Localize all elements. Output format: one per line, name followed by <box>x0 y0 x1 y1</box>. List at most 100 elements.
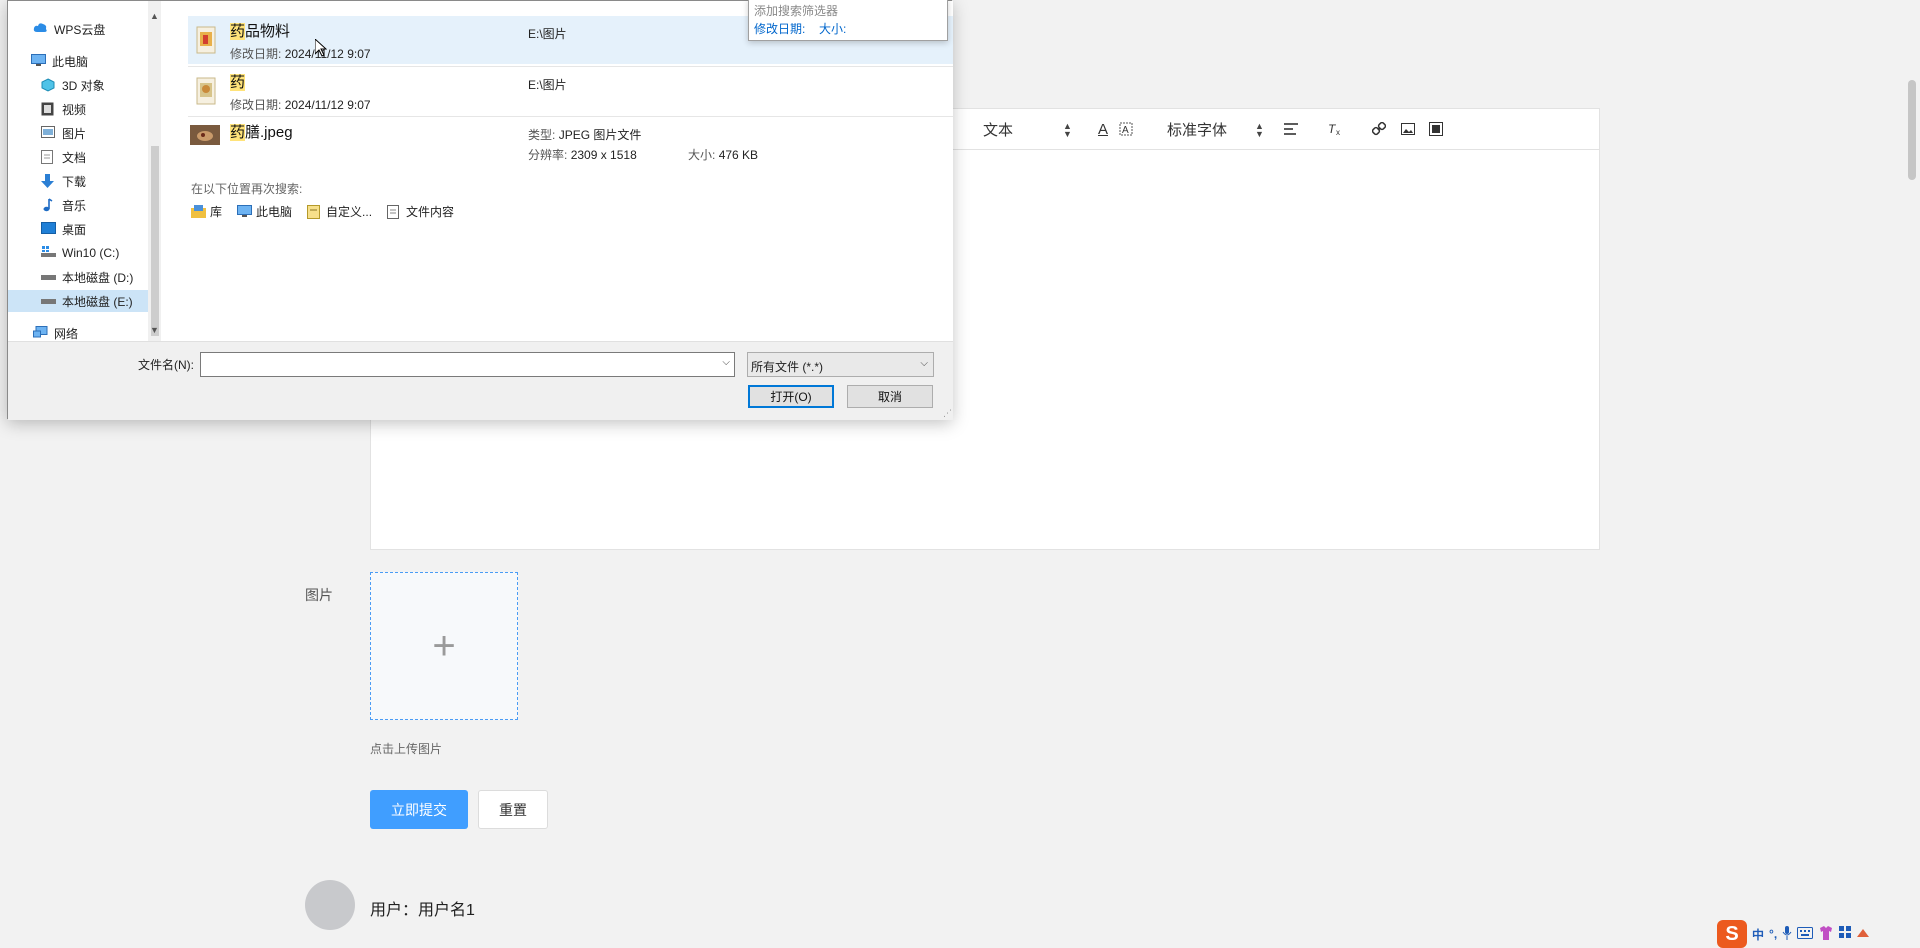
search-again-links: 库 此电脑 自定义... 文件内容 <box>191 203 454 220</box>
file-open-dialog: WPS云盘 此电脑 3D 对象 视频 图片 文档 下载 音乐 桌面 Win10 … <box>7 0 953 420</box>
avatar <box>305 880 355 930</box>
navigation-pane: WPS云盘 此电脑 3D 对象 视频 图片 文档 下载 音乐 桌面 Win10 … <box>8 1 161 341</box>
page-scrollbar[interactable] <box>1908 80 1916 180</box>
document-icon <box>41 150 56 164</box>
result-size: 大小: 476 KB <box>688 148 759 162</box>
search-results: 药品物料 修改日期: 2024/11/12 9:07 E:\图片 药 修改日期:… <box>163 1 953 341</box>
computer-icon <box>31 54 46 68</box>
cloud-icon <box>33 22 48 36</box>
image-file-icon <box>194 77 218 105</box>
result-type: 类型: JPEG 图片文件 <box>528 128 642 142</box>
computer-icon <box>237 205 253 218</box>
library-icon <box>191 205 206 218</box>
nav-item-label: 本地磁盘 (D:) <box>62 270 134 285</box>
custom-folder-icon <box>307 205 322 219</box>
mouse-cursor-icon <box>315 39 327 57</box>
drive-icon <box>41 270 56 284</box>
font-color-icon[interactable]: A <box>1094 120 1112 138</box>
user-name: 用户：用户名1 <box>370 902 475 919</box>
image-field-label: 图片 <box>305 587 333 603</box>
search-again-title: 在以下位置再次搜索: <box>191 182 303 196</box>
nav-scroll-thumb[interactable] <box>151 146 159 336</box>
toolbox-icon[interactable] <box>1839 926 1852 942</box>
filter-size[interactable]: 大小: <box>819 20 846 37</box>
font-family-label: 标准字体 <box>1167 122 1228 139</box>
nav-item-label: 网络 <box>54 326 79 341</box>
nav-item-label: WPS云盘 <box>54 22 106 37</box>
filter-modified-date[interactable]: 修改日期: <box>754 20 805 37</box>
resize-grip-icon[interactable]: ⋰ <box>943 408 952 419</box>
text-style-label: 文本 <box>983 122 1014 139</box>
chevron-down-icon[interactable]: ⌵ <box>722 357 730 368</box>
filter-popup-title: 添加搜索筛选器 <box>754 4 839 18</box>
align-left-icon[interactable] <box>1282 120 1300 138</box>
filename-input[interactable]: ⌵ <box>200 352 735 377</box>
dialog-footer: 文件名(N): ⌵ 所有文件 (*.*) ⌵ 打开(O) 取消 ⋰ <box>8 341 953 420</box>
image-upload-box[interactable]: + <box>370 572 518 720</box>
nav-item-label: Win10 (C:) <box>62 246 120 260</box>
nav-item-label: 桌面 <box>62 222 87 237</box>
search-again-library[interactable]: 库 <box>191 203 222 220</box>
nav-item-label: 图片 <box>62 126 87 141</box>
submit-button[interactable]: 立即提交 <box>370 790 468 829</box>
select-arrows-icon: ▲ ▼ <box>1255 120 1264 139</box>
nav-item-label: 音乐 <box>62 198 87 213</box>
result-item[interactable]: 药 修改日期: 2024/11/12 9:07 E:\图片 <box>188 67 953 115</box>
image-file-icon <box>194 26 218 54</box>
svg-text:A: A <box>1122 125 1129 136</box>
system-tray: S 中 °, <box>1717 920 1920 948</box>
select-arrows-icon: ▲ ▼ <box>1063 120 1072 139</box>
filetype-select[interactable]: 所有文件 (*.*) ⌵ <box>747 352 934 377</box>
result-path: E:\图片 <box>528 27 567 41</box>
nav-item-label: 文档 <box>62 150 87 165</box>
search-again-custom[interactable]: 自定义... <box>307 203 372 220</box>
result-modified: 修改日期: 2024/11/12 9:07 <box>230 98 371 112</box>
punctuation-icon[interactable]: °, <box>1769 927 1777 941</box>
result-name: 药品物料 <box>230 23 291 40</box>
desktop-icon <box>41 222 56 236</box>
cancel-button[interactable]: 取消 <box>847 385 933 408</box>
ime-mode[interactable]: 中 <box>1752 926 1764 943</box>
video-icon[interactable] <box>1427 120 1445 138</box>
open-button[interactable]: 打开(O) <box>748 385 834 408</box>
link-icon[interactable] <box>1370 120 1388 138</box>
nav-item-label: 3D 对象 <box>62 78 105 93</box>
upload-hint: 点击上传图片 <box>370 742 443 756</box>
network-icon <box>33 326 48 340</box>
result-path: E:\图片 <box>528 78 567 92</box>
filetype-value: 所有文件 (*.*) <box>751 360 824 374</box>
reset-button[interactable]: 重置 <box>478 790 548 829</box>
chevron-down-icon: ⌵ <box>920 358 928 369</box>
clear-format-icon[interactable]: Tx <box>1326 120 1344 138</box>
scroll-down-icon[interactable]: ▼ <box>148 325 161 335</box>
music-icon <box>41 198 56 212</box>
text-style-select[interactable]: 文本 ▲ ▼ <box>983 119 1072 140</box>
result-modified: 修改日期: 2024/11/12 9:07 <box>230 47 371 61</box>
video-icon <box>41 102 56 116</box>
svg-text:x: x <box>1336 128 1340 136</box>
skin-icon[interactable] <box>1818 925 1834 943</box>
result-name: 药 <box>230 74 246 91</box>
nav-item-label: 本地磁盘 (E:) <box>62 294 133 309</box>
search-again-this-pc[interactable]: 此电脑 <box>237 203 292 220</box>
keyboard-icon[interactable] <box>1797 926 1814 942</box>
drive-icon <box>41 294 56 308</box>
nav-item-drive-e[interactable]: 本地磁盘 (E:) <box>8 290 148 312</box>
image-icon[interactable] <box>1399 120 1417 138</box>
extra-icon[interactable] <box>1857 927 1870 942</box>
search-filter-popup: 添加搜索筛选器 修改日期: 大小: <box>748 0 948 41</box>
result-name: 药膳.jpeg <box>230 124 293 141</box>
scroll-up-icon[interactable]: ▲ <box>148 11 161 21</box>
plus-icon: + <box>432 624 456 668</box>
microphone-icon[interactable] <box>1782 925 1792 943</box>
cube-icon <box>41 78 56 92</box>
download-icon <box>41 174 56 188</box>
background-color-icon[interactable]: A <box>1117 120 1135 138</box>
nav-item-label: 下载 <box>62 174 87 189</box>
result-item[interactable]: 药膳.jpeg 类型: JPEG 图片文件 分辨率: 2309 x 1518 大… <box>188 117 953 165</box>
nav-scrollbar[interactable]: ▲ ▼ <box>148 1 161 341</box>
font-family-select[interactable]: 标准字体 ▲ ▼ <box>1167 119 1264 140</box>
search-again-file-content[interactable]: 文件内容 <box>387 203 454 220</box>
picture-icon <box>41 126 56 140</box>
sogou-ime-logo[interactable]: S <box>1717 920 1747 948</box>
